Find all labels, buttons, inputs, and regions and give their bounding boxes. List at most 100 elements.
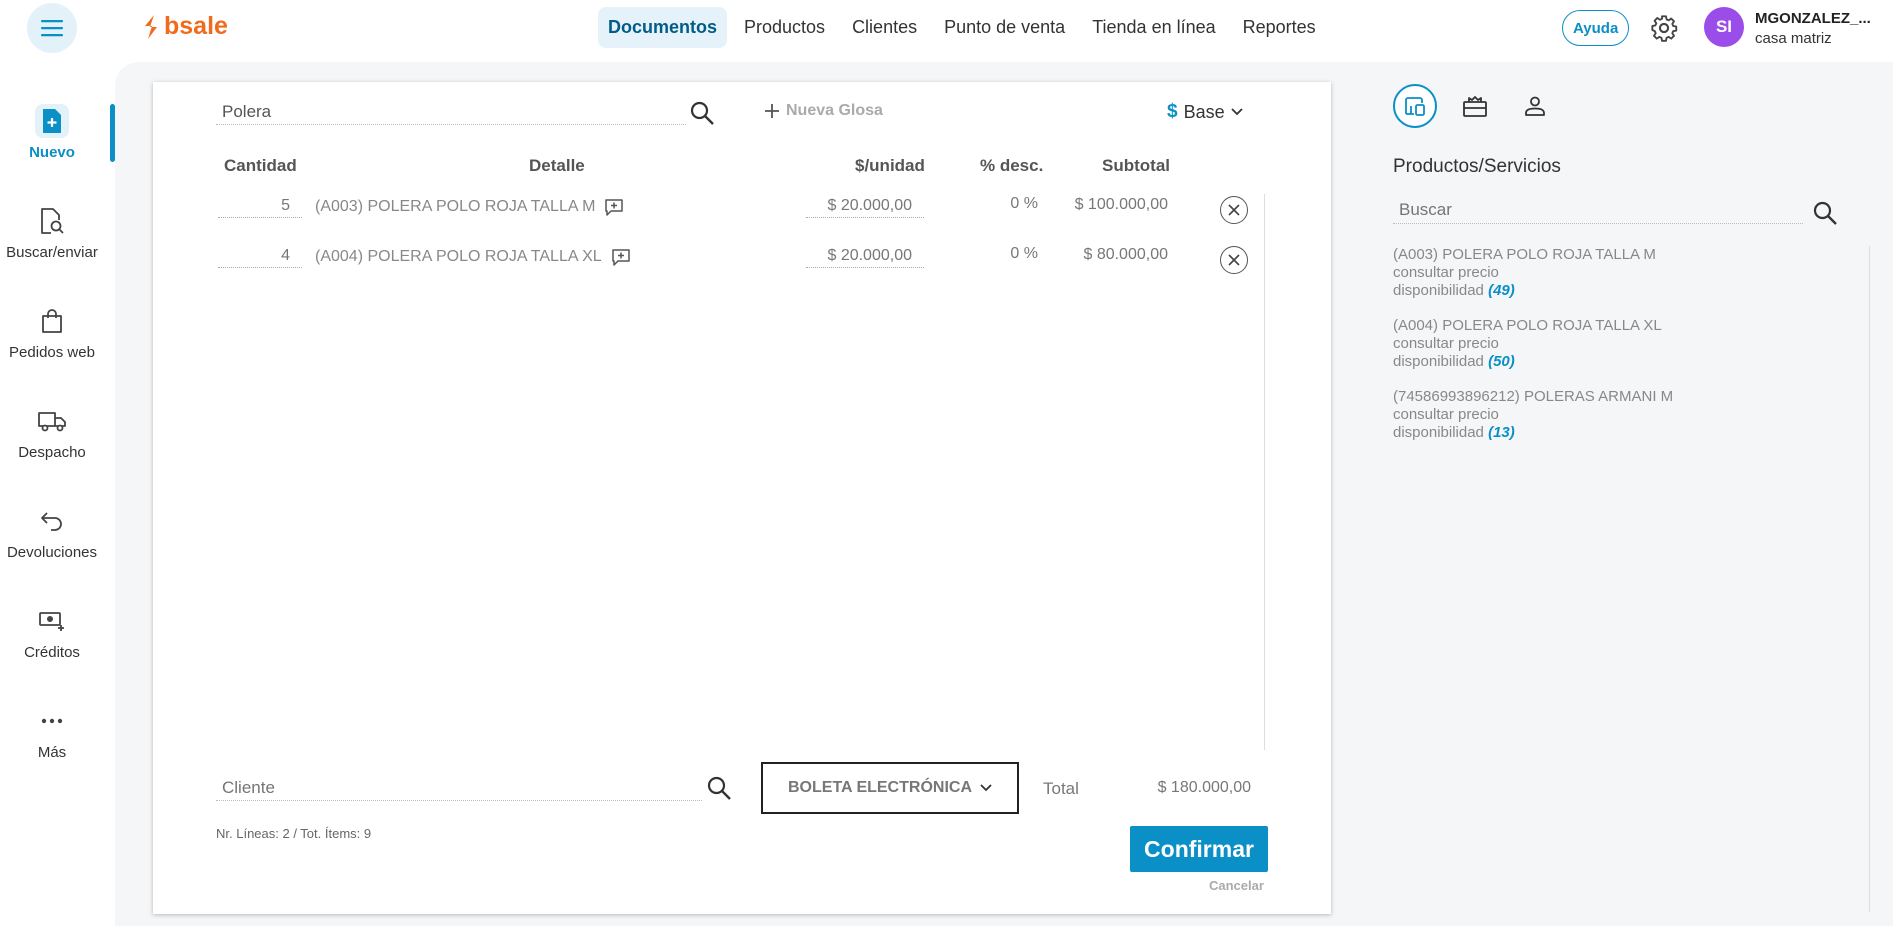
- client-search-field[interactable]: [216, 778, 702, 801]
- cancel-button[interactable]: Cancelar: [1209, 878, 1264, 893]
- add-comment-icon[interactable]: [611, 248, 630, 266]
- document-search-icon: [41, 208, 64, 234]
- chevron-down-icon: [1230, 108, 1243, 116]
- hamburger-menu-button[interactable]: [27, 3, 77, 53]
- top-bar: bsale Documentos Productos Clientes Punto d…: [0, 0, 1893, 56]
- product-name: (A003) POLERA POLO ROJA TALLA M: [1393, 246, 1656, 263]
- main-nav: Documentos Productos Clientes Punto de vent…: [598, 7, 1333, 48]
- row-detail-text: (A003) POLERA POLO ROJA TALLA M: [315, 198, 596, 215]
- list-item[interactable]: (A004) POLERA POLO ROJA TALLA XL consult…: [1393, 317, 1662, 371]
- document-panel: Nueva Glosa $ Base Cantidad Detalle $/un…: [153, 82, 1331, 914]
- sidebar: Nuevo Buscar/enviar Pedidos web Despacho…: [0, 56, 115, 926]
- product-price: consultar precio: [1393, 406, 1499, 423]
- document-type-label: BOLETA ELECTRÓNICA: [788, 779, 972, 796]
- add-comment-icon[interactable]: [605, 198, 624, 216]
- row-unit-price-field[interactable]: $ 20.000,00: [806, 247, 924, 268]
- panel-title: Productos/Servicios: [1393, 156, 1561, 177]
- sidebar-item-despacho[interactable]: Despacho: [0, 404, 104, 461]
- column-header-unit-price: $/unidad: [855, 156, 925, 175]
- chevron-down-icon: [980, 784, 992, 792]
- product-search-field[interactable]: [216, 102, 686, 125]
- sidebar-item-label: Nuevo: [29, 144, 75, 161]
- lines-info: Nr. Líneas: 2 / Tot. Ítems: 9: [216, 826, 372, 841]
- nav-item-productos[interactable]: Productos: [734, 7, 835, 48]
- user-name[interactable]: MGONZALEZ_...: [1755, 10, 1871, 27]
- row-detail-text: (A004) POLERA POLO ROJA TALLA XL: [315, 248, 602, 265]
- panel-search-icon[interactable]: [1812, 200, 1838, 226]
- return-arrow-icon: [41, 512, 62, 531]
- user-branch: casa matriz: [1755, 30, 1832, 47]
- new-glosa-label: Nueva Glosa: [786, 102, 883, 119]
- nav-item-clientes[interactable]: Clientes: [842, 7, 927, 48]
- price-list-label: Base: [1183, 101, 1225, 122]
- new-glosa-button[interactable]: Nueva Glosa: [764, 102, 883, 120]
- gift-box-icon: [1463, 96, 1487, 117]
- availability-label: disponibilidad: [1393, 353, 1484, 370]
- close-icon: [1228, 254, 1240, 266]
- plus-icon: [765, 104, 779, 118]
- product-name: (A004) POLERA POLO ROJA TALLA XL: [1393, 317, 1662, 334]
- column-header-qty: Cantidad: [224, 156, 297, 175]
- new-document-icon: [43, 109, 61, 133]
- panel-search-input[interactable]: [1399, 200, 1797, 220]
- row-qty-field[interactable]: 4: [218, 247, 302, 268]
- sidebar-item-label: Despacho: [18, 444, 86, 461]
- sidebar-item-label: Más: [37, 744, 67, 761]
- sidebar-item-mas[interactable]: Más: [0, 704, 104, 761]
- nav-item-punto-de-venta[interactable]: Punto de venta: [934, 7, 1075, 48]
- nav-item-tienda-en-línea[interactable]: Tienda en línea: [1082, 7, 1225, 48]
- availability-count: (13): [1488, 424, 1515, 441]
- total-value: $ 180.000,00: [1157, 779, 1251, 796]
- column-header-subtotal: Subtotal: [1102, 156, 1170, 175]
- document-type-select[interactable]: BOLETA ELECTRÓNICA: [761, 762, 1019, 814]
- sidebar-item-label: Créditos: [24, 644, 80, 661]
- availability-count: (49): [1488, 282, 1515, 299]
- logo-text: bsale: [164, 12, 228, 40]
- product-price: consultar precio: [1393, 264, 1499, 281]
- availability-count: (50): [1488, 353, 1515, 370]
- row-discount[interactable]: 0 %: [986, 245, 1038, 263]
- sidebar-item-label: Buscar/enviar: [6, 244, 98, 261]
- product-name: (74586993896212) POLERAS ARMANI M: [1393, 388, 1674, 405]
- list-item[interactable]: (74586993896212) POLERAS ARMANI M consul…: [1393, 388, 1673, 442]
- more-dots-icon: [41, 718, 63, 724]
- availability-label: disponibilidad: [1393, 282, 1484, 299]
- hamburger-icon: [41, 20, 63, 37]
- help-button[interactable]: Ayuda: [1562, 10, 1630, 46]
- list-item[interactable]: (A003) POLERA POLO ROJA TALLA M consulta…: [1393, 246, 1656, 300]
- truck-icon: [38, 412, 66, 432]
- product-search-input[interactable]: [222, 102, 680, 122]
- price-list-select[interactable]: $ Base: [1167, 101, 1243, 123]
- sidebar-item-nuevo[interactable]: Nuevo: [0, 104, 104, 161]
- close-icon: [1228, 204, 1240, 216]
- dollar-icon: $: [1167, 101, 1178, 122]
- tab-promotions[interactable]: [1453, 84, 1497, 128]
- panel-search-field[interactable]: [1393, 200, 1803, 224]
- row-detail: (A004) POLERA POLO ROJA TALLA XL: [315, 248, 630, 266]
- tab-products[interactable]: [1393, 84, 1437, 128]
- row-discount[interactable]: 0 %: [986, 195, 1038, 213]
- logo-mark-icon: [145, 14, 157, 39]
- search-icon[interactable]: [689, 100, 715, 126]
- sidebar-item-devoluciones[interactable]: Devoluciones: [0, 504, 104, 561]
- remove-row-button[interactable]: [1220, 196, 1248, 224]
- tab-client[interactable]: [1513, 84, 1557, 128]
- client-search-icon[interactable]: [706, 775, 732, 801]
- gear-icon[interactable]: [1650, 14, 1678, 42]
- nav-item-documentos[interactable]: Documentos: [598, 7, 728, 48]
- row-unit-price-field[interactable]: $ 20.000,00: [806, 197, 924, 218]
- sidebar-item-creditos[interactable]: Créditos: [0, 604, 104, 661]
- availability-label: disponibilidad: [1393, 424, 1484, 441]
- products-icon: [1405, 97, 1425, 116]
- sidebar-item-label: Devoluciones: [6, 544, 98, 561]
- client-input[interactable]: [222, 778, 696, 798]
- avatar[interactable]: SI: [1704, 7, 1744, 47]
- confirm-button[interactable]: Confirmar: [1130, 826, 1268, 872]
- row-qty-field[interactable]: 5: [218, 197, 302, 218]
- bsale-logo[interactable]: bsale: [142, 12, 228, 41]
- sidebar-item-buscar[interactable]: Buscar/enviar: [0, 204, 104, 261]
- sidebar-item-pedidos-web[interactable]: Pedidos web: [0, 304, 104, 361]
- remove-row-button[interactable]: [1220, 246, 1248, 274]
- nav-item-reportes[interactable]: Reportes: [1233, 7, 1326, 48]
- product-price: consultar precio: [1393, 335, 1499, 352]
